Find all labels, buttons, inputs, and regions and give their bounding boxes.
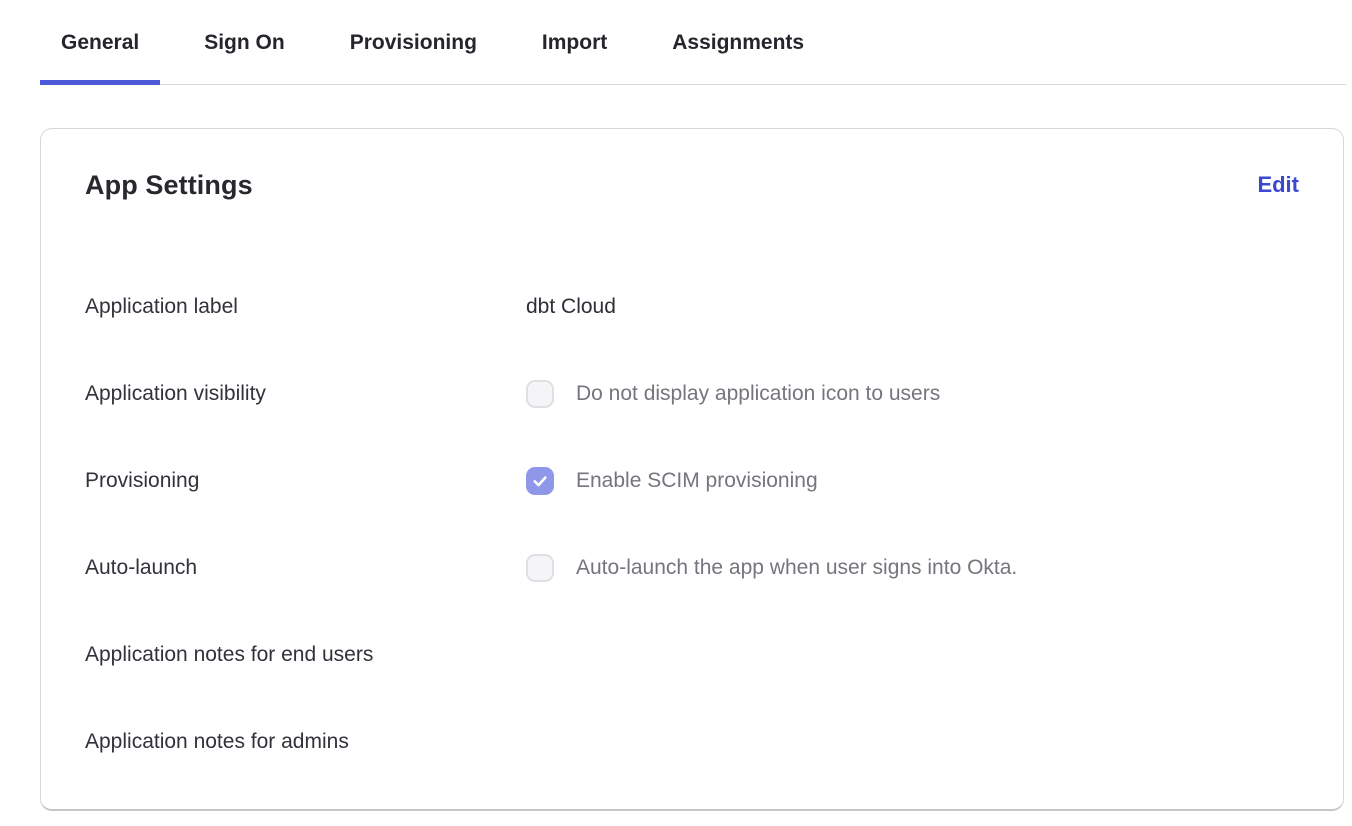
settings-row: Application notes for end users — [85, 611, 1299, 698]
settings-rows: Application label dbt Cloud Application … — [85, 263, 1299, 785]
setting-value-text: Enable SCIM provisioning — [576, 469, 818, 493]
check-icon — [531, 472, 549, 490]
tab-sign-on[interactable]: Sign On — [183, 0, 306, 84]
tab-general[interactable]: General — [40, 0, 160, 84]
setting-value-text: dbt Cloud — [526, 295, 616, 319]
setting-value: Enable SCIM provisioning — [526, 467, 818, 495]
tab-provisioning[interactable]: Provisioning — [329, 0, 498, 84]
settings-row: Application label dbt Cloud — [85, 263, 1299, 350]
settings-row: Application visibility Do not display ap… — [85, 350, 1299, 437]
edit-button[interactable]: Edit — [1257, 172, 1299, 198]
setting-value-text: Auto-launch the app when user signs into… — [576, 556, 1017, 580]
checkbox-unchecked[interactable] — [526, 554, 554, 582]
setting-label: Auto-launch — [85, 556, 526, 580]
page-title: App Settings — [85, 170, 253, 201]
settings-row: Application notes for admins — [85, 698, 1299, 785]
tab-import[interactable]: Import — [521, 0, 628, 84]
setting-value: Do not display application icon to users — [526, 380, 940, 408]
setting-label: Application visibility — [85, 382, 526, 406]
setting-value: Auto-launch the app when user signs into… — [526, 554, 1017, 582]
settings-row: Auto-launch Auto-launch the app when use… — [85, 524, 1299, 611]
app-settings-panel: App Settings Edit Application label dbt … — [40, 128, 1344, 811]
settings-row: Provisioning Enable SCIM provisioning — [85, 437, 1299, 524]
tab-bar: General Sign On Provisioning Import Assi… — [40, 0, 1346, 85]
tab-assignments[interactable]: Assignments — [651, 0, 825, 84]
setting-label: Application label — [85, 295, 526, 319]
setting-value: dbt Cloud — [526, 295, 616, 319]
setting-label: Provisioning — [85, 469, 526, 493]
setting-label: Application notes for admins — [85, 730, 526, 754]
panel-header: App Settings Edit — [85, 169, 1299, 201]
setting-label: Application notes for end users — [85, 643, 526, 667]
checkbox-checked[interactable] — [526, 467, 554, 495]
setting-value-text: Do not display application icon to users — [576, 382, 940, 406]
checkbox-unchecked[interactable] — [526, 380, 554, 408]
